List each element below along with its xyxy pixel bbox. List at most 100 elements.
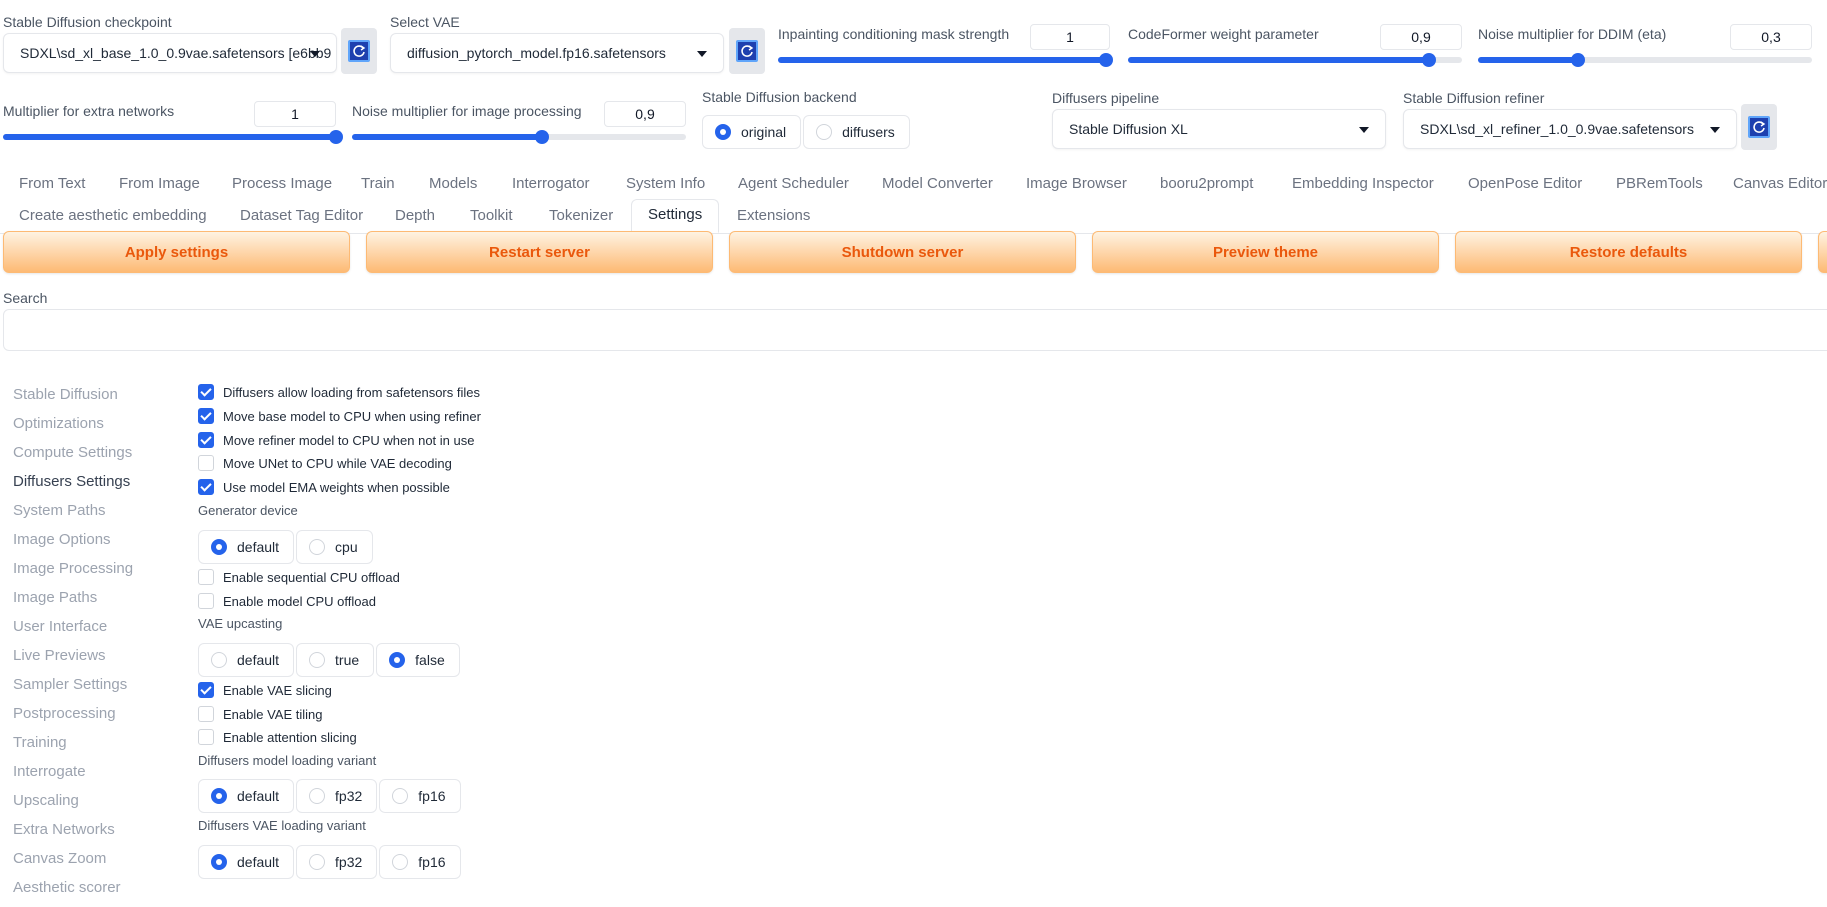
setting-sequential-offload[interactable]: Enable sequential CPU offload bbox=[198, 569, 400, 585]
tab-train[interactable]: Train bbox=[361, 175, 395, 192]
tab-create-aesthetic-embedding[interactable]: Create aesthetic embedding bbox=[19, 207, 207, 224]
generator-default-option[interactable]: default bbox=[198, 530, 295, 564]
noise-img-input[interactable]: 0,9 bbox=[604, 101, 686, 127]
sidebar-item-image-options[interactable]: Image Options bbox=[13, 531, 111, 548]
shutdown-server-button[interactable]: Shutdown server bbox=[729, 231, 1076, 273]
extra-networks-input[interactable]: 1 bbox=[254, 101, 336, 127]
sidebar-item-extra-networks[interactable]: Extra Networks bbox=[13, 821, 115, 838]
setting-attention-slicing[interactable]: Enable attention slicing bbox=[198, 729, 357, 745]
pipeline-dropdown[interactable]: Stable Diffusion XL bbox=[1052, 109, 1386, 149]
checkbox-icon[interactable] bbox=[198, 569, 214, 585]
sidebar-item-training[interactable]: Training bbox=[13, 734, 67, 751]
slider-thumb[interactable] bbox=[329, 130, 343, 144]
generator-cpu-option[interactable]: cpu bbox=[296, 530, 373, 564]
preview-theme-button[interactable]: Preview theme bbox=[1092, 231, 1439, 273]
tab-booru2prompt[interactable]: booru2prompt bbox=[1160, 175, 1253, 192]
checkbox-icon[interactable] bbox=[198, 455, 214, 471]
restart-server-button[interactable]: Restart server bbox=[366, 231, 713, 273]
backend-diffusers-option[interactable]: diffusers bbox=[803, 115, 910, 149]
model-variant-radio-group[interactable]: default fp32 fp16 bbox=[198, 779, 463, 813]
tab-agent-scheduler[interactable]: Agent Scheduler bbox=[738, 175, 849, 192]
tab-model-converter[interactable]: Model Converter bbox=[882, 175, 993, 192]
checkbox-checked-icon[interactable] bbox=[198, 479, 214, 495]
sidebar-item-optimizations[interactable]: Optimizations bbox=[13, 415, 104, 432]
sidebar-item-postprocessing[interactable]: Postprocessing bbox=[13, 705, 116, 722]
tab-settings[interactable]: Settings bbox=[631, 199, 720, 233]
extra-networks-slider[interactable] bbox=[3, 130, 343, 144]
vae-variant-fp32-option[interactable]: fp32 bbox=[296, 845, 378, 879]
model-variant-fp16-option[interactable]: fp16 bbox=[379, 779, 461, 813]
checkbox-icon[interactable] bbox=[198, 706, 214, 722]
sidebar-item-image-processing[interactable]: Image Processing bbox=[13, 560, 133, 577]
sidebar-item-system-paths[interactable]: System Paths bbox=[13, 502, 106, 519]
checkbox-checked-icon[interactable] bbox=[198, 682, 214, 698]
ddim-eta-input[interactable]: 0,3 bbox=[1730, 24, 1812, 50]
inpaint-mask-input[interactable]: 1 bbox=[1030, 24, 1110, 50]
sidebar-item-aesthetic-scorer[interactable]: Aesthetic scorer bbox=[13, 879, 121, 896]
model-variant-fp32-option[interactable]: fp32 bbox=[296, 779, 378, 813]
sidebar-item-compute-settings[interactable]: Compute Settings bbox=[13, 444, 132, 461]
sidebar-item-live-previews[interactable]: Live Previews bbox=[13, 647, 106, 664]
search-input[interactable] bbox=[3, 309, 1827, 351]
codeformer-input[interactable]: 0,9 bbox=[1380, 24, 1462, 50]
vae-dropdown[interactable]: diffusion_pytorch_model.fp16.safetensors bbox=[390, 33, 724, 73]
apply-settings-button[interactable]: Apply settings bbox=[3, 231, 350, 273]
backend-original-option[interactable]: original bbox=[702, 115, 802, 149]
codeformer-slider[interactable] bbox=[1128, 53, 1462, 67]
tab-dataset-tag-editor[interactable]: Dataset Tag Editor bbox=[240, 207, 363, 224]
sidebar-item-diffusers-settings[interactable]: Diffusers Settings bbox=[13, 473, 130, 490]
setting-model-offload[interactable]: Enable model CPU offload bbox=[198, 593, 376, 609]
setting-refiner-to-cpu[interactable]: Move refiner model to CPU when not in us… bbox=[198, 432, 474, 448]
checkbox-icon[interactable] bbox=[198, 593, 214, 609]
setting-safetensors-loading[interactable]: Diffusers allow loading from safetensors… bbox=[198, 384, 480, 400]
checkbox-checked-icon[interactable] bbox=[198, 432, 214, 448]
sidebar-item-image-paths[interactable]: Image Paths bbox=[13, 589, 97, 606]
slider-thumb[interactable] bbox=[1571, 53, 1586, 67]
tab-from-text[interactable]: From Text bbox=[19, 175, 85, 192]
vae-refresh-button[interactable] bbox=[729, 28, 765, 74]
tab-toolkit[interactable]: Toolkit bbox=[470, 207, 513, 224]
tab-from-image[interactable]: From Image bbox=[119, 175, 200, 192]
tab-openpose-editor[interactable]: OpenPose Editor bbox=[1468, 175, 1582, 192]
tab-pbremtools[interactable]: PBRemTools bbox=[1616, 175, 1703, 192]
setting-vae-slicing[interactable]: Enable VAE slicing bbox=[198, 682, 332, 698]
slider-thumb[interactable] bbox=[1421, 53, 1436, 67]
vae-upcasting-true-option[interactable]: true bbox=[296, 643, 375, 677]
setting-base-to-cpu[interactable]: Move base model to CPU when using refine… bbox=[198, 408, 481, 424]
setting-ema-weights[interactable]: Use model EMA weights when possible bbox=[198, 479, 450, 495]
sidebar-item-user-interface[interactable]: User Interface bbox=[13, 618, 107, 635]
tab-interrogator[interactable]: Interrogator bbox=[512, 175, 590, 192]
noise-img-slider[interactable] bbox=[352, 130, 686, 144]
sidebar-item-canvas-zoom[interactable]: Canvas Zoom bbox=[13, 850, 106, 867]
slider-thumb[interactable] bbox=[1099, 53, 1113, 67]
checkpoint-dropdown[interactable]: SDXL\sd_xl_base_1.0_0.9vae.safetensors [… bbox=[3, 33, 337, 73]
vae-upcasting-default-option[interactable]: default bbox=[198, 643, 295, 677]
setting-unet-to-cpu[interactable]: Move UNet to CPU while VAE decoding bbox=[198, 455, 452, 471]
vae-upcasting-false-option[interactable]: false bbox=[376, 643, 460, 677]
ddim-eta-slider[interactable] bbox=[1478, 53, 1812, 67]
checkpoint-refresh-button[interactable] bbox=[341, 28, 377, 74]
vae-upcasting-radio-group[interactable]: default true false bbox=[198, 643, 462, 677]
more-button[interactable] bbox=[1818, 231, 1827, 273]
model-variant-default-option[interactable]: default bbox=[198, 779, 295, 813]
sidebar-item-stable-diffusion[interactable]: Stable Diffusion bbox=[13, 386, 118, 403]
sidebar-item-upscaling[interactable]: Upscaling bbox=[13, 792, 79, 809]
vae-variant-radio-group[interactable]: default fp32 fp16 bbox=[198, 845, 463, 879]
tab-extensions[interactable]: Extensions bbox=[737, 207, 810, 224]
tab-process-image[interactable]: Process Image bbox=[232, 175, 332, 192]
tab-canvas-editor[interactable]: Canvas Editor bbox=[1733, 175, 1827, 192]
backend-radio-group[interactable]: original diffusers bbox=[702, 115, 912, 149]
checkbox-checked-icon[interactable] bbox=[198, 384, 214, 400]
tab-depth[interactable]: Depth bbox=[395, 207, 435, 224]
refiner-refresh-button[interactable] bbox=[1741, 104, 1777, 150]
inpaint-mask-slider[interactable] bbox=[778, 53, 1113, 67]
tab-models[interactable]: Models bbox=[429, 175, 477, 192]
generator-device-radio-group[interactable]: default cpu bbox=[198, 530, 375, 564]
tab-tokenizer[interactable]: Tokenizer bbox=[549, 207, 613, 224]
setting-vae-tiling[interactable]: Enable VAE tiling bbox=[198, 706, 323, 722]
tab-embedding-inspector[interactable]: Embedding Inspector bbox=[1292, 175, 1434, 192]
slider-thumb[interactable] bbox=[535, 130, 550, 144]
checkbox-checked-icon[interactable] bbox=[198, 408, 214, 424]
refiner-dropdown[interactable]: SDXL\sd_xl_refiner_1.0_0.9vae.safetensor… bbox=[1403, 109, 1737, 149]
sidebar-item-interrogate[interactable]: Interrogate bbox=[13, 763, 86, 780]
